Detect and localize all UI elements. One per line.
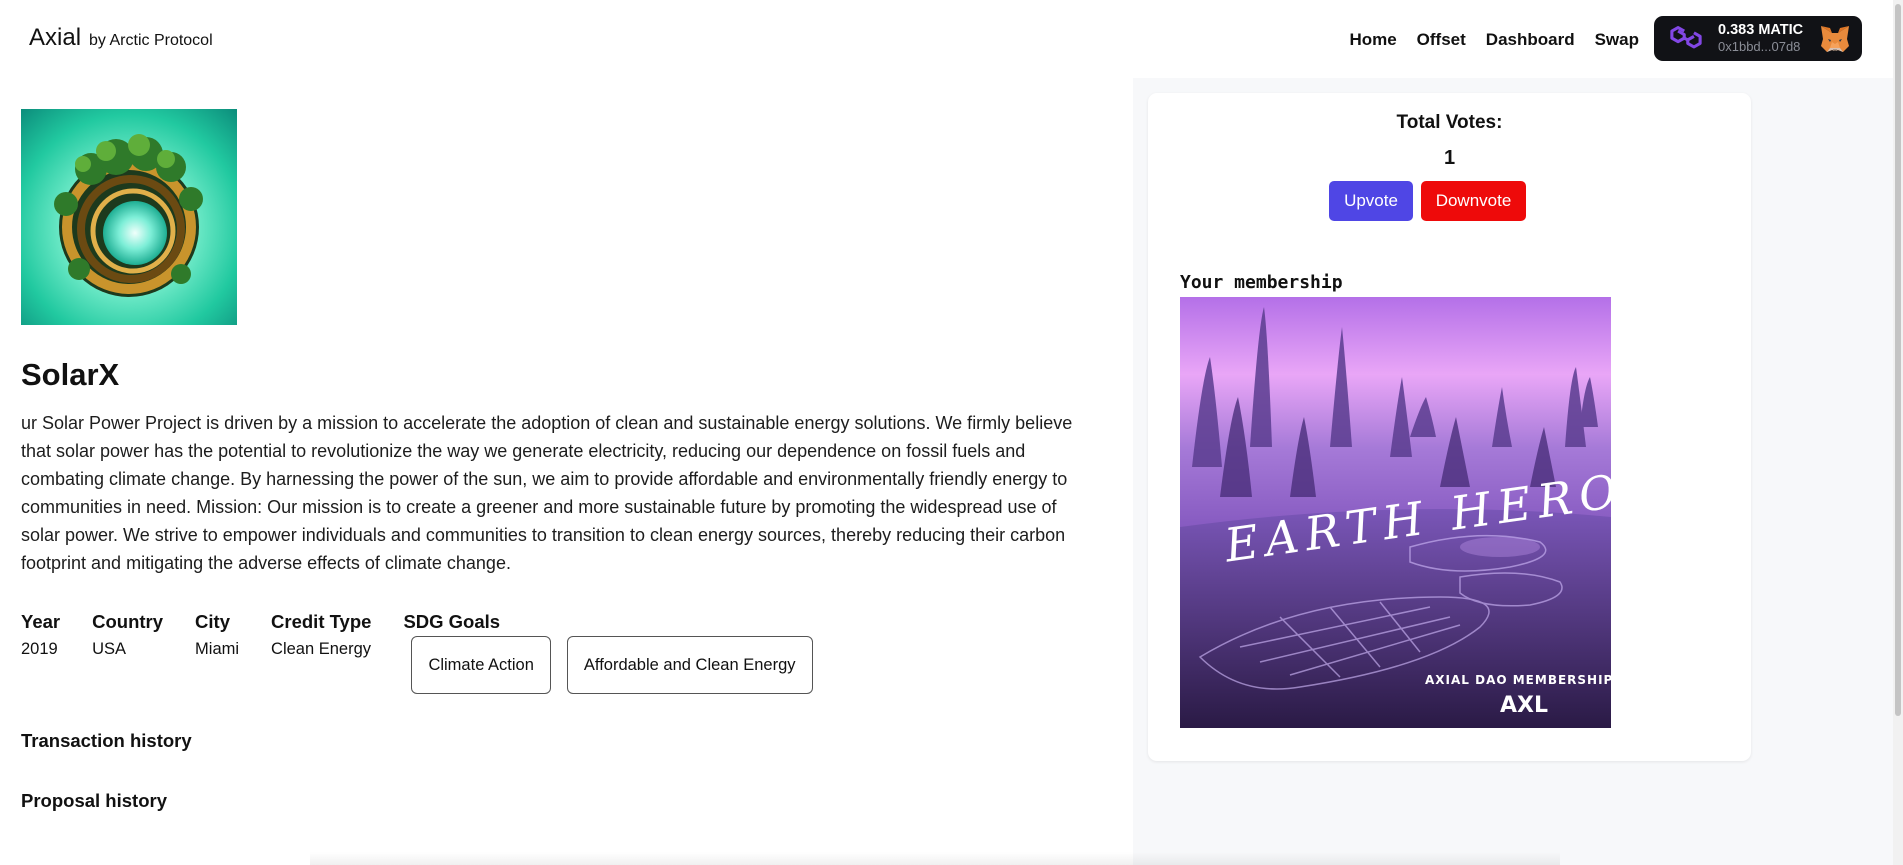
nav-swap[interactable]: Swap [1595, 30, 1639, 50]
membership-nft-image: EARTH HEROS AXIAL DAO MEMBERSHIP AXL [1180, 297, 1611, 728]
fact-city: City Miami [195, 611, 239, 694]
project-facts: Year 2019 Country USA City Miami Credit … [21, 611, 813, 694]
nav-dashboard[interactable]: Dashboard [1486, 30, 1575, 50]
nav-offset[interactable]: Offset [1417, 30, 1466, 50]
nft-card-token: AXL [1500, 693, 1548, 718]
total-votes-count: 1 [1443, 147, 1456, 169]
proposal-history-heading: Proposal history [21, 790, 167, 811]
downvote-button[interactable]: Downvote [1421, 181, 1526, 221]
brand-name: Axial [29, 24, 82, 51]
fact-city-label: City [195, 611, 230, 632]
fact-credit-type: Credit Type Clean Energy [271, 611, 371, 694]
sdg-goal-list: Climate Action Affordable and Clean Ener… [411, 636, 813, 694]
vote-card: Total Votes: 1 Upvote Downvote Your memb… [1148, 93, 1751, 761]
wallet-info: 0.383 MATIC 0x1bbd...07d8 [1718, 22, 1818, 56]
sdg-chip-clean-energy[interactable]: Affordable and Clean Energy [566, 636, 813, 694]
nav-home[interactable]: Home [1349, 30, 1396, 50]
transaction-history-heading: Transaction history [21, 730, 192, 751]
project-image [21, 109, 237, 325]
fact-year: Year 2019 [21, 611, 60, 694]
nft-card-subtitle: AXIAL DAO MEMBERSHIP [1425, 673, 1611, 687]
main-nav: Home Offset Dashboard Swap [1349, 30, 1639, 50]
brand-logo[interactable]: Axial by Arctic Protocol [29, 24, 213, 52]
top-navbar: Axial by Arctic Protocol Home Offset Das… [0, 0, 1903, 78]
membership-label: Your membership [1180, 272, 1343, 293]
wallet-button[interactable]: 0.383 MATIC 0x1bbd...07d8 [1654, 16, 1862, 61]
wallet-address: 0x1bbd...07d8 [1718, 39, 1801, 55]
bottom-shadow [310, 852, 1560, 865]
vote-buttons: Upvote Downvote [1148, 181, 1751, 221]
total-votes-label: Total Votes: [1396, 112, 1503, 133]
project-title: SolarX [21, 357, 120, 392]
scrollbar-thumb[interactable] [1895, 4, 1901, 716]
page-scrollbar[interactable] [1893, 0, 1903, 865]
project-description: ur Solar Power Project is driven by a mi… [21, 413, 1073, 573]
fact-year-label: Year [21, 611, 61, 632]
fact-country-label: Country [92, 611, 164, 632]
fact-credit-type-value: Clean Energy [271, 640, 372, 658]
fact-country: Country USA [92, 611, 163, 694]
sdg-chip-climate-action[interactable]: Climate Action [411, 636, 551, 694]
fact-sdg-goals: SDG Goals Climate Action Affordable and … [403, 611, 813, 694]
polygon-icon [1670, 25, 1702, 48]
metamask-fox-icon [1821, 25, 1849, 52]
fact-year-value: 2019 [21, 640, 58, 658]
brand-subtitle: by Arctic Protocol [89, 32, 213, 49]
upvote-button[interactable]: Upvote [1329, 181, 1413, 221]
fact-country-value: USA [92, 640, 127, 658]
wallet-balance: 0.383 MATIC [1718, 21, 1804, 38]
fact-city-value: Miami [195, 640, 240, 658]
fact-sdg-goals-label: SDG Goals [403, 611, 501, 632]
fact-credit-type-label: Credit Type [271, 611, 372, 632]
